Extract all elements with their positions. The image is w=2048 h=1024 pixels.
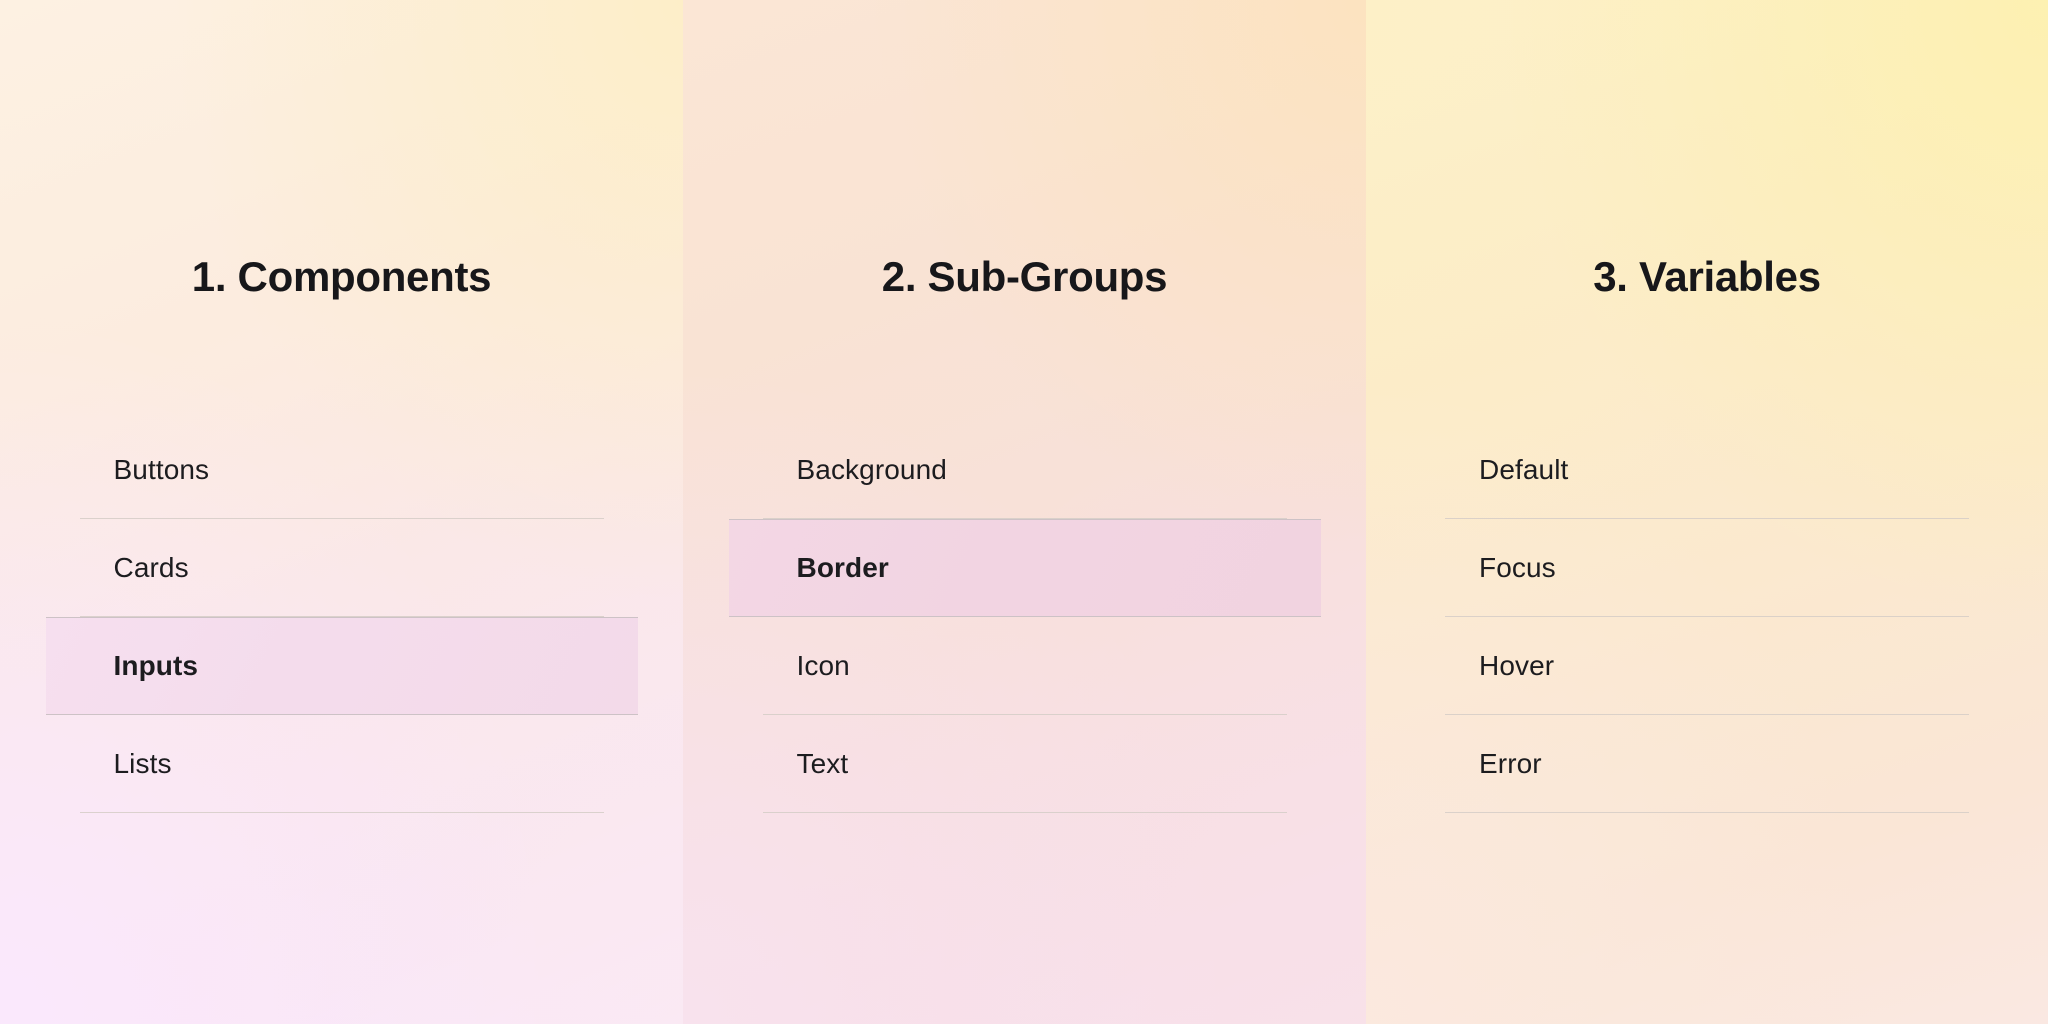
list-item-label: Inputs: [114, 650, 199, 682]
list-item-buttons[interactable]: Buttons: [80, 421, 604, 519]
list-item-label: Lists: [114, 748, 172, 780]
list-item-label: Error: [1479, 748, 1542, 780]
panel-sub-groups-title: 2. Sub-Groups: [882, 256, 1167, 298]
list-item-inputs[interactable]: Inputs: [46, 617, 638, 715]
list-item-error[interactable]: Error: [1445, 715, 1969, 813]
sub-groups-list: Background Border Icon Text: [763, 421, 1287, 813]
row-divider: [1445, 812, 1969, 813]
list-item-background[interactable]: Background: [763, 421, 1287, 519]
list-item-label: Icon: [797, 650, 850, 682]
list-item-lists[interactable]: Lists: [80, 715, 604, 813]
list-item-cards[interactable]: Cards: [80, 519, 604, 617]
list-item-default[interactable]: Default: [1445, 421, 1969, 519]
list-item-label: Buttons: [114, 454, 210, 486]
list-item-label: Focus: [1479, 552, 1556, 584]
list-item-border[interactable]: Border: [729, 519, 1321, 617]
list-item-focus[interactable]: Focus: [1445, 519, 1969, 617]
row-divider: [763, 812, 1287, 813]
list-item-label: Border: [797, 552, 889, 584]
panel-variables: 3. Variables Default Focus Hover Error: [1366, 0, 2048, 1024]
list-item-label: Background: [797, 454, 947, 486]
list-item-text[interactable]: Text: [763, 715, 1287, 813]
list-item-label: Cards: [114, 552, 189, 584]
list-item-label: Text: [797, 748, 849, 780]
panel-components-title: 1. Components: [192, 256, 491, 298]
row-divider: [80, 812, 604, 813]
panel-components: 1. Components Buttons Cards Inputs Lists: [0, 0, 683, 1024]
three-column-navigator: 1. Components Buttons Cards Inputs Lists: [0, 0, 2048, 1024]
list-item-icon[interactable]: Icon: [763, 617, 1287, 715]
components-list: Buttons Cards Inputs Lists: [80, 421, 604, 813]
panel-variables-title: 3. Variables: [1593, 256, 1821, 298]
variables-list: Default Focus Hover Error: [1445, 421, 1969, 813]
list-item-label: Hover: [1479, 650, 1554, 682]
panel-sub-groups: 2. Sub-Groups Background Border Icon Tex…: [683, 0, 1366, 1024]
list-item-hover[interactable]: Hover: [1445, 617, 1969, 715]
list-item-label: Default: [1479, 454, 1568, 486]
